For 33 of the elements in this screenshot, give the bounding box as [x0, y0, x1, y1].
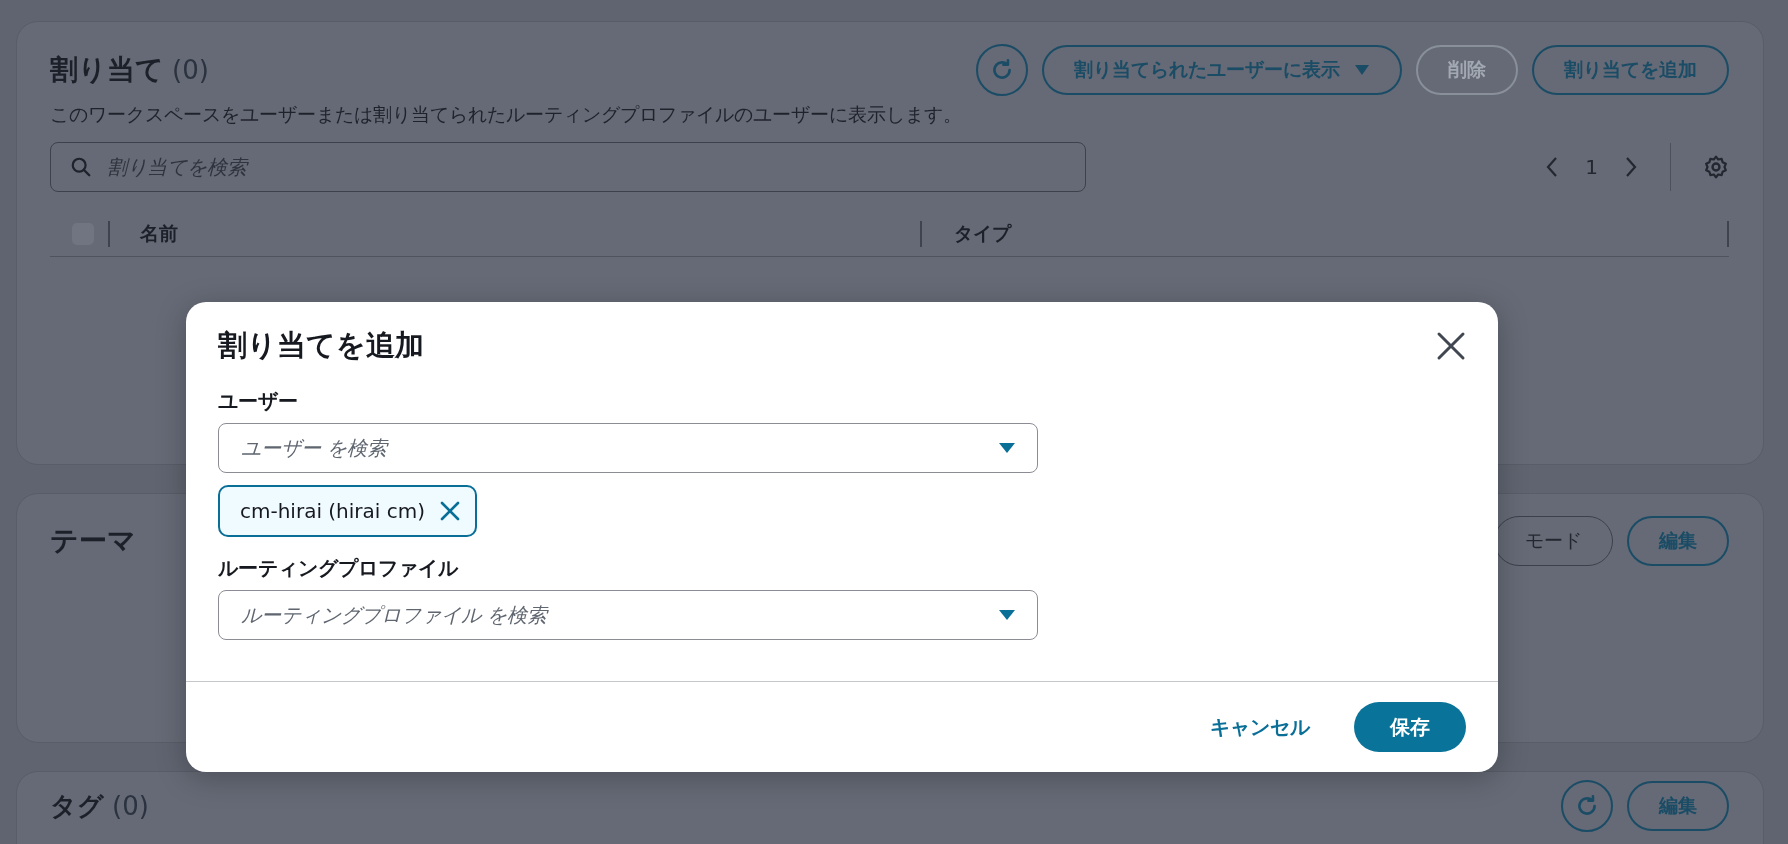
- count-label: (0): [172, 55, 209, 85]
- dialog-title: 割り当てを追加: [218, 327, 424, 364]
- field-label: ユーザー: [218, 388, 299, 415]
- column-header[interactable]: 名前: [140, 221, 920, 247]
- chevron-left-icon[interactable]: [1545, 156, 1560, 178]
- close-icon[interactable]: [1436, 331, 1466, 361]
- caret-icon: [998, 442, 1016, 454]
- cancel-button[interactable]: キャンセル: [1206, 707, 1314, 747]
- page-number[interactable]: 1: [1585, 155, 1598, 179]
- section-description: このワークスペースをユーザーまたは割り当てられたルーティングプロファイルのユーザーに表示します。: [50, 102, 963, 127]
- section-title: 割り当て: [50, 52, 164, 88]
- chevron-right-icon[interactable]: [1624, 156, 1638, 178]
- action-button[interactable]: 編集: [1627, 516, 1729, 566]
- column-header[interactable]: タイプ: [954, 221, 1727, 247]
- remove-icon[interactable]: [439, 500, 462, 522]
- section-title: テーマ: [50, 523, 136, 559]
- settings-icon[interactable]: [1703, 154, 1729, 180]
- search-icon: [70, 156, 92, 178]
- caret-icon: [998, 609, 1016, 621]
- refresh-button[interactable]: [1561, 780, 1613, 832]
- select-field[interactable]: ユーザー を検索: [218, 423, 1038, 473]
- token-label: cm-hirai (hirai cm): [240, 499, 426, 523]
- action-button[interactable]: 編集: [1627, 781, 1729, 831]
- refresh-button[interactable]: [976, 44, 1028, 96]
- select-field[interactable]: ルーティングプロファイル を検索: [218, 590, 1038, 640]
- section-title: タグ: [50, 789, 104, 823]
- caret-icon: [1354, 64, 1370, 76]
- search-field[interactable]: 割り当てを検索: [50, 142, 1086, 192]
- field-label: ルーティングプロファイル: [218, 555, 460, 582]
- save-button[interactable]: 保存: [1354, 702, 1466, 752]
- dropdown-button[interactable]: 割り当てられたユーザーに表示: [1042, 45, 1402, 95]
- action-button[interactable]: 割り当てを追加: [1532, 45, 1729, 95]
- count-label: (0): [112, 790, 149, 821]
